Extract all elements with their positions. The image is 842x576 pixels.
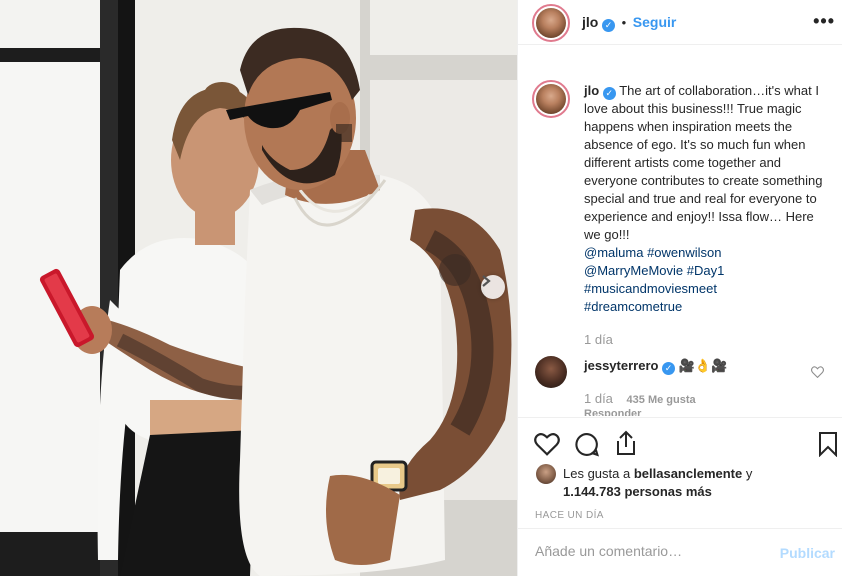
- comment-avatar[interactable]: [535, 356, 567, 388]
- caption-username[interactable]: jlo: [584, 83, 599, 98]
- verified-badge-icon: ✓: [601, 19, 615, 32]
- likes-summary: Les gusta a bellasanclemente y 1.144.783…: [563, 465, 752, 501]
- carousel-next-button[interactable]: [481, 275, 505, 299]
- caption-body: The art of collaboration…it's what I lov…: [584, 83, 823, 242]
- verified-badge-icon: ✓: [662, 362, 676, 375]
- tag-dreamcometrue[interactable]: #dreamcometrue: [584, 299, 682, 314]
- more-options-icon[interactable]: •••: [813, 11, 835, 32]
- likes-prefix: Les gusta a: [563, 466, 631, 481]
- tag-owenwilson[interactable]: #owenwilson: [647, 245, 721, 260]
- comment-bubble-icon[interactable]: [574, 432, 600, 457]
- header-avatar[interactable]: [532, 4, 570, 42]
- header-separator: •: [621, 15, 627, 30]
- share-icon[interactable]: [614, 430, 638, 456]
- post-photo[interactable]: [0, 0, 517, 576]
- header-username[interactable]: jlo: [582, 14, 598, 30]
- reply-button[interactable]: Responder: [584, 408, 641, 416]
- tag-marrymemovie[interactable]: @MarryMeMovie: [584, 263, 683, 278]
- bookmark-icon[interactable]: [818, 431, 838, 457]
- caption-time[interactable]: 1 día: [584, 332, 613, 347]
- follow-button[interactable]: Seguir: [633, 14, 677, 30]
- heart-icon[interactable]: [534, 432, 560, 456]
- post-header: jlo ✓ • Seguir •••: [518, 0, 842, 45]
- verified-badge-icon: ✓: [602, 87, 616, 100]
- comment-meta: 1 día 435 Me gusta: [584, 391, 696, 406]
- header-user-row: jlo ✓ • Seguir: [582, 14, 676, 32]
- caption: jlo ✓ The art of collaboration…it's what…: [584, 82, 824, 316]
- tag-maluma[interactable]: @maluma: [584, 245, 643, 260]
- comment-time[interactable]: 1 día: [584, 391, 613, 406]
- comment-input[interactable]: [535, 543, 765, 559]
- action-bar: Les gusta a bellasanclemente y 1.144.783…: [518, 417, 842, 527]
- likers-avatar[interactable]: [536, 464, 556, 484]
- comments-section: jlo ✓ The art of collaboration…it's what…: [518, 60, 842, 416]
- photo-illustration: [0, 0, 517, 576]
- add-comment-bar: Publicar: [518, 528, 842, 576]
- caption-avatar[interactable]: [532, 80, 570, 118]
- comment-likes[interactable]: 435 Me gusta: [627, 394, 696, 406]
- comment-row: jessyterrero ✓ 🎥👌🎥: [584, 358, 804, 375]
- comment-username[interactable]: jessyterrero: [584, 358, 658, 373]
- tag-musicandmoviesmeet[interactable]: #musicandmoviesmeet: [584, 281, 717, 296]
- likes-connector: y: [745, 466, 753, 481]
- publish-button[interactable]: Publicar: [780, 545, 835, 561]
- post-time-ago[interactable]: HACE UN DÍA: [535, 510, 604, 521]
- likes-count[interactable]: 1.144.783 personas más: [563, 484, 712, 499]
- comment-heart-icon[interactable]: [811, 366, 824, 378]
- post-sidebar: jlo ✓ • Seguir ••• jlo ✓ The art of coll…: [517, 0, 842, 576]
- tag-day1[interactable]: #Day1: [687, 263, 725, 278]
- comment-text: 🎥👌🎥: [678, 358, 728, 373]
- likes-user[interactable]: bellasanclemente: [634, 466, 742, 481]
- chevron-right-icon: [482, 275, 491, 287]
